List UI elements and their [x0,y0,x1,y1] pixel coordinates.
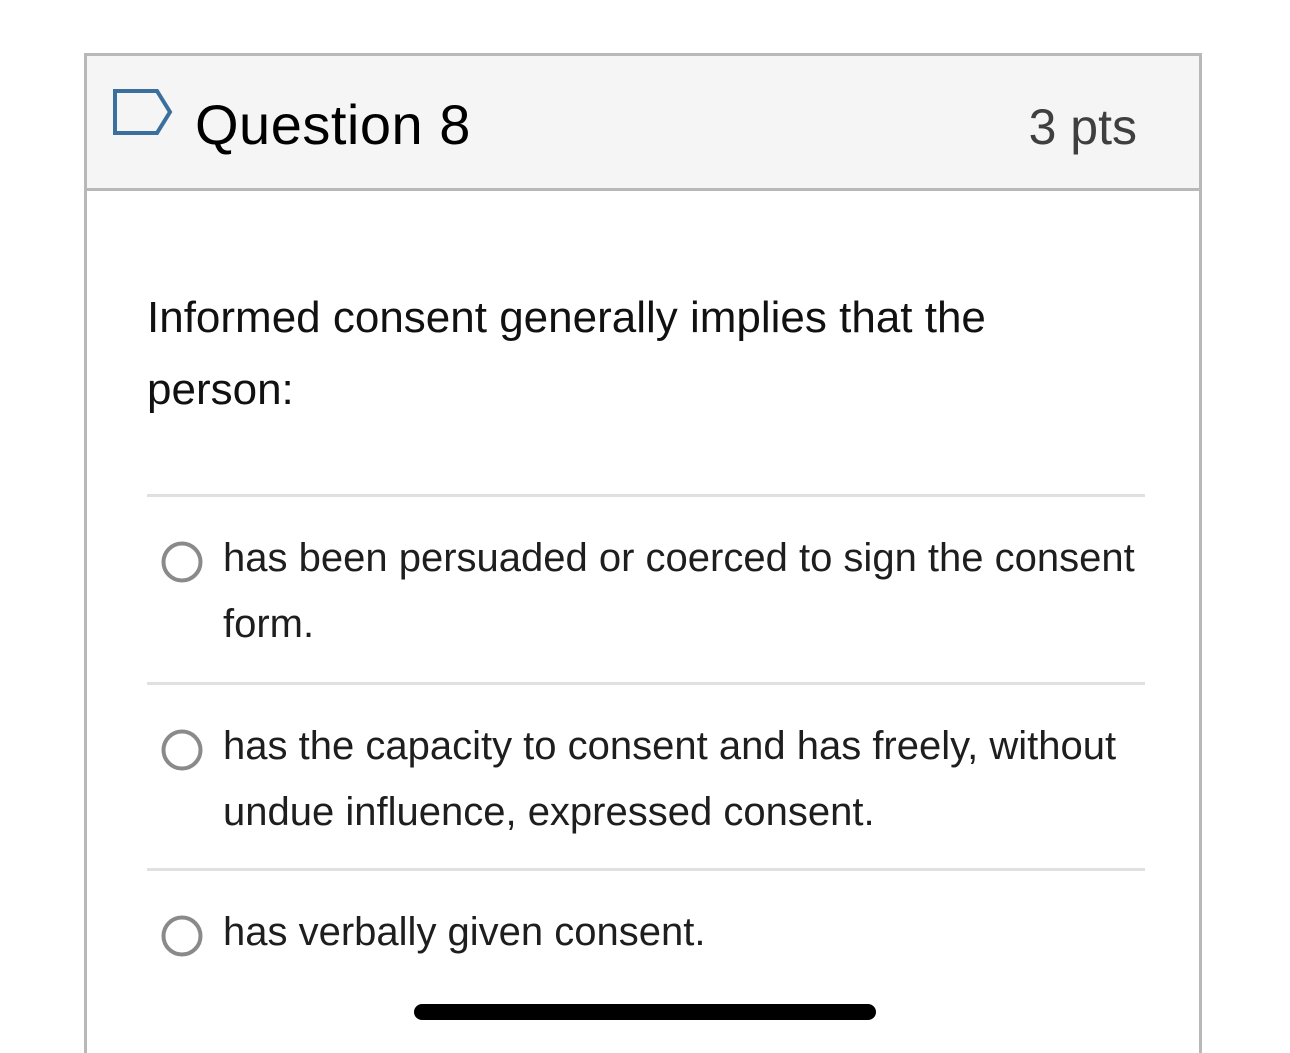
question-text: Informed consent generally implies that … [147,293,986,414]
radio-button-icon[interactable] [161,915,203,957]
answer-option-1[interactable]: has been persuaded or coerced to sign th… [147,497,1145,682]
question-title: Question 8 [195,93,471,156]
answer-option-3[interactable]: has verbally given consent. [147,871,1145,971]
answer-option-2[interactable]: has the capacity to consent and has free… [147,685,1145,868]
question-header: Question 8 3 pts [87,56,1199,191]
answer-option-label[interactable]: has the capacity to consent and has free… [223,713,1145,845]
radio-button-icon[interactable] [161,729,203,771]
answer-option-label[interactable]: has verbally given consent. [223,899,1145,965]
answer-list: has been persuaded or coerced to sign th… [147,494,1145,971]
home-indicator-bar [414,1004,876,1020]
flag-question-icon[interactable] [111,86,175,138]
question-points: 3 pts [1028,99,1137,155]
answer-option-label[interactable]: has been persuaded or coerced to sign th… [223,525,1145,657]
radio-button-icon[interactable] [161,541,203,583]
question-card: Question 8 3 pts Informed consent genera… [84,53,1202,1053]
